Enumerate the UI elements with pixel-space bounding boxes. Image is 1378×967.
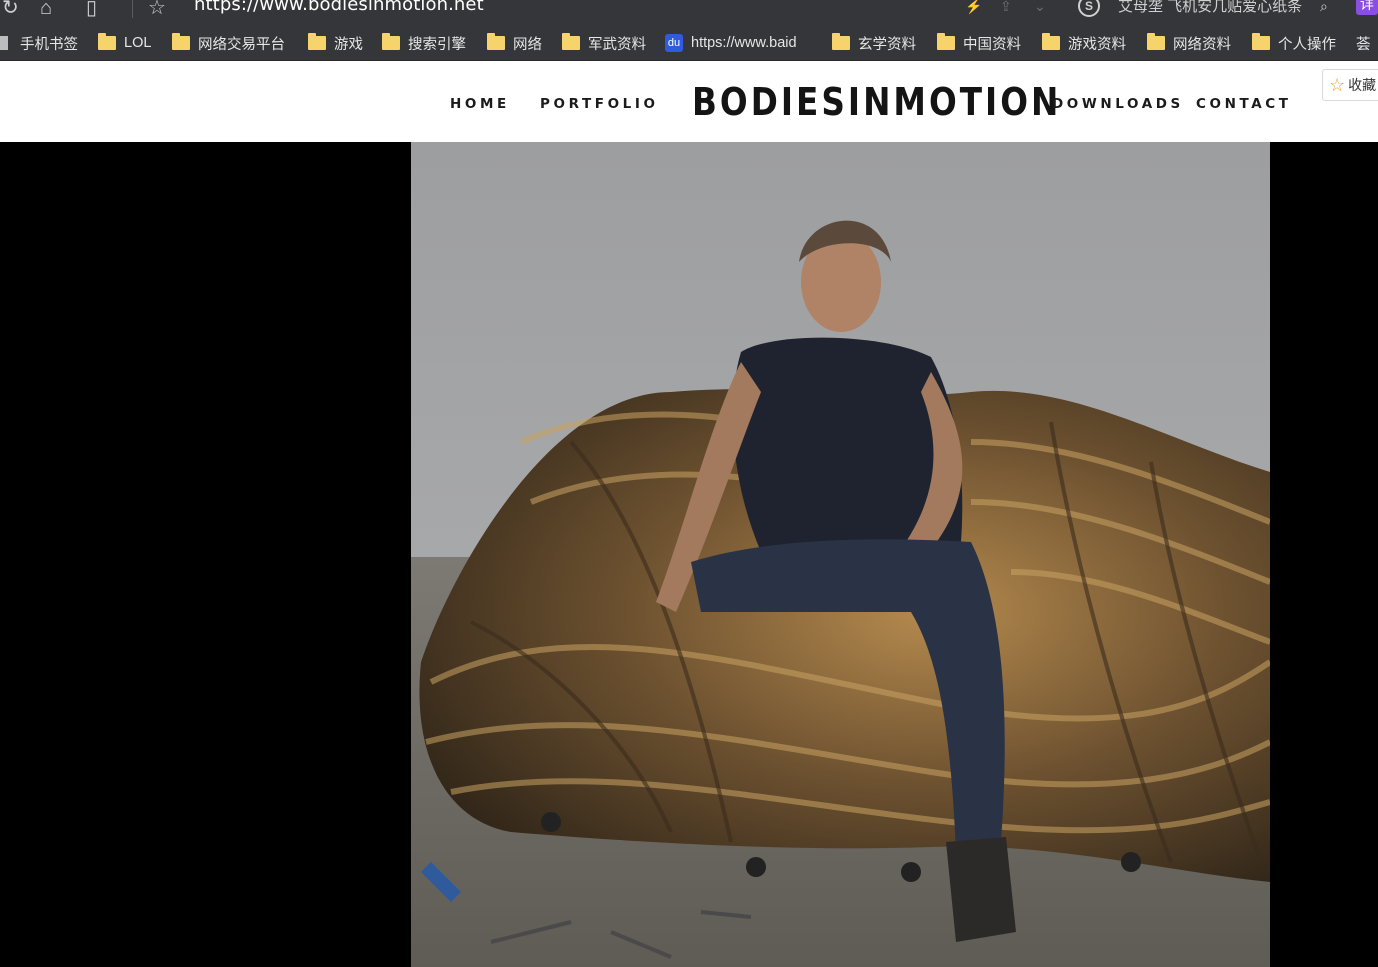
bookmark-star-icon[interactable]: ☆ — [148, 0, 166, 20]
extension-button[interactable]: 详 — [1356, 0, 1378, 15]
folder-icon — [308, 33, 326, 50]
share-icon[interactable]: ⇪ — [1000, 0, 1012, 15]
baidu-icon: du — [665, 34, 683, 52]
hero-image — [411, 142, 1270, 967]
bookmark-trading[interactable]: 网络交易平台 — [172, 33, 285, 53]
nav-downloads[interactable]: DOWNLOADS — [1052, 96, 1184, 112]
site-logo[interactable]: BODIESINMOTION — [692, 80, 1061, 124]
person-boot — [946, 837, 1016, 942]
folder-icon — [487, 33, 505, 50]
nav-portfolio[interactable]: PORTFOLIO — [540, 96, 659, 112]
bookmark-network-data[interactable]: 网络资料 — [1147, 33, 1231, 53]
hero-photo — [411, 142, 1270, 967]
toolbar-divider — [132, 0, 133, 18]
bookmark-military[interactable]: 军武资料 — [562, 33, 646, 53]
bookmark-baidu[interactable]: du https://www.baid — [665, 34, 815, 52]
bookmark-games[interactable]: 游戏 — [308, 33, 363, 53]
folder-icon — [1252, 33, 1270, 50]
reload-icon[interactable]: ↻ — [2, 0, 19, 20]
nav-home[interactable]: HOME — [450, 96, 510, 112]
bookmark-more[interactable]: 荟 — [1356, 34, 1371, 53]
device-icon — [0, 36, 8, 50]
folder-icon — [832, 33, 850, 50]
bookmark-search-engines[interactable]: 搜索引擎 — [382, 33, 466, 53]
bookmark-metaphysics[interactable]: 玄学资料 — [832, 33, 916, 53]
star-icon: ☆ — [1329, 74, 1346, 95]
browser-toolbar: ↻ ⌂ ▯ ☆ https://www.bodiesinmotion.net ⚡… — [0, 0, 1378, 24]
address-bar[interactable]: https://www.bodiesinmotion.net — [194, 0, 484, 15]
chevron-down-icon[interactable]: ⌄ — [1034, 0, 1046, 15]
home-icon[interactable]: ⌂ — [40, 0, 52, 20]
bookmark-lol[interactable]: LOL — [98, 33, 151, 52]
folder-icon — [172, 33, 190, 50]
folder-icon — [1042, 33, 1060, 50]
bookmark-personal[interactable]: 个人操作 — [1252, 33, 1336, 53]
bookmark-game-data[interactable]: 游戏资料 — [1042, 33, 1126, 53]
bookmarks-bar: 手机书签 LOL 网络交易平台 游戏 搜索引擎 网络 军武资料 du https:… — [0, 24, 1378, 61]
folder-icon — [937, 33, 955, 50]
nav-contact[interactable]: CONTACT — [1196, 96, 1292, 112]
search-engine-icon[interactable]: S — [1078, 0, 1100, 17]
bookmark-network[interactable]: 网络 — [487, 33, 542, 53]
site-header: HOME PORTFOLIO BODIESINMOTION DOWNLOADS … — [0, 61, 1378, 142]
folder-icon — [562, 33, 580, 50]
search-icon[interactable]: ⌕ — [1320, 0, 1328, 15]
reader-icon[interactable]: ▯ — [86, 0, 97, 20]
folder-icon — [98, 33, 116, 50]
folder-icon — [1147, 33, 1165, 50]
bookmark-china[interactable]: 中国资料 — [937, 33, 1021, 53]
favorite-button[interactable]: ☆ 收藏 — [1322, 69, 1378, 101]
bookmark-mobile[interactable]: 手机书签 — [0, 34, 78, 53]
search-box[interactable]: 艾母垄 飞机安几贴爱心纸条 — [1118, 0, 1302, 16]
folder-icon — [382, 33, 400, 50]
lightning-icon[interactable]: ⚡ — [965, 0, 982, 15]
